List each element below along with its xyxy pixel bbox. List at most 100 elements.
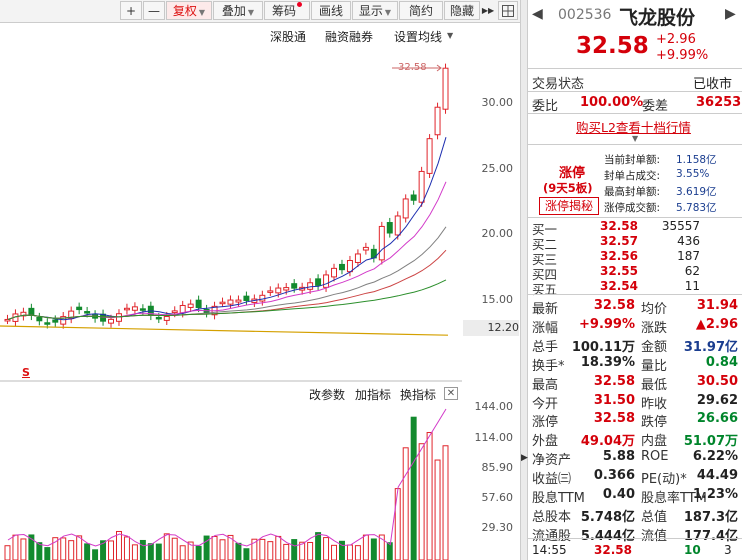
quote-panel: ◀ 002536 飞龙股份 ▶ 32.58 +2.96 +9.99% 交易状态 … [528, 0, 742, 560]
volume-bar [68, 540, 75, 560]
stat-value: 0.40 [602, 487, 635, 502]
y-tick-25: 25.00 [481, 162, 514, 175]
seal-label: 最高封单额: [604, 186, 661, 198]
volume-bar [195, 545, 202, 560]
volume-bar [442, 445, 449, 560]
stat-label: 金额 [641, 339, 668, 355]
candle-body [155, 316, 162, 320]
candle-body [339, 263, 345, 271]
volume-bar [76, 535, 83, 560]
stat-label: 内盘 [641, 434, 668, 450]
bid-price: 32.56 [600, 249, 638, 263]
stat-value: 29.62 [696, 392, 738, 408]
candle-body [362, 246, 369, 251]
candle-body [426, 138, 433, 174]
seal-label: 封单占成交: [604, 170, 661, 182]
bid-volume: 187 [677, 249, 700, 263]
divider [528, 294, 742, 295]
limit-up-reveal-button[interactable]: 涨停揭秘 [539, 197, 599, 215]
volume-bar [131, 544, 138, 560]
volume-bar [291, 539, 298, 560]
y-tick-30: 30.00 [481, 96, 514, 109]
edit-params-link[interactable]: 改参数 [309, 386, 345, 403]
stat-label: 总手 [532, 339, 559, 355]
tick-price: 32.58 [594, 543, 632, 557]
expand-chevron-icon[interactable]: ▼ [632, 134, 638, 143]
next-stock-icon[interactable]: ▶ [725, 6, 736, 22]
seal-label: 当前封单额: [604, 154, 661, 166]
close-indicator-button[interactable]: ✕ [444, 387, 458, 400]
kline-chart-panel[interactable]: + — 复权 ▼ 叠加 ▼ 筹码 画线 显示 ▼ 简约 隐藏 ▶▶ 深股通 融资融券 … [0, 0, 520, 560]
seal-value: 5.783亿 [676, 202, 717, 214]
volume-bar [354, 545, 361, 560]
volume-bar [20, 538, 27, 560]
stat-value: 0.366 [593, 468, 635, 484]
volume-bar [235, 542, 242, 560]
candlestick-chart[interactable] [0, 0, 520, 560]
add-indicator-link[interactable]: 加指标 [355, 386, 391, 403]
bid-volume: 35557 [661, 219, 700, 233]
weibi-label: 委比 [532, 99, 559, 114]
bid-price: 32.58 [600, 219, 638, 233]
volume-bar [426, 432, 433, 560]
volume-bar [116, 530, 122, 560]
stat-value: 32.58 [593, 298, 635, 313]
candle-body [402, 198, 409, 219]
stat-label: 最高 [532, 377, 559, 393]
stat-value: 31.50 [593, 392, 635, 408]
candle-body [386, 222, 393, 234]
stat-value: 32.58 [593, 373, 635, 389]
y-tick-20: 20.00 [481, 227, 514, 240]
volume-bar [394, 488, 401, 560]
vol-tick-114: 114.00 [474, 431, 514, 444]
switch-indicator-link[interactable]: 换指标 [400, 386, 436, 403]
volume-bar [315, 532, 322, 560]
bid-volume: 11 [684, 279, 700, 293]
stat-label: 总股本 [532, 509, 572, 525]
stat-label: 流通股 [532, 528, 572, 544]
stat-label: 今开 [532, 396, 559, 412]
volume-bar [12, 534, 19, 560]
stat-value: 44.49 [696, 468, 738, 484]
divider [528, 113, 742, 114]
stat-value: 6.22% [692, 449, 738, 465]
vol-tick-85: 85.90 [481, 461, 514, 474]
last-price: 32.58 [576, 33, 649, 59]
prev-stock-icon[interactable]: ◀ [532, 6, 543, 22]
divider [528, 68, 742, 69]
stat-value: 5.444亿 [580, 528, 635, 544]
price-change: +2.96 [656, 32, 696, 47]
stock-name: 飞龙股份 [619, 7, 696, 29]
volume-bar [386, 542, 393, 560]
collapse-arrow-icon[interactable]: ▶ [521, 453, 528, 463]
candle-body [267, 290, 274, 293]
sell-marker[interactable]: S [22, 366, 30, 379]
panel-splitter[interactable]: ▶ [520, 0, 528, 560]
candle-body [410, 194, 417, 201]
weibi-value: 100.00% [580, 95, 644, 110]
volume-bar [323, 537, 330, 560]
status-value: 已收市 [693, 77, 733, 92]
stat-value: 177.4亿 [683, 528, 738, 544]
limit-up-days: (9天5板) [543, 181, 593, 195]
stat-label: 涨跌 [641, 320, 668, 336]
candle-body [108, 318, 114, 324]
ma250-value-label: 12.20 [463, 320, 519, 336]
stat-label: 换手* [532, 358, 565, 374]
volume-bar [163, 533, 170, 560]
candle-body [235, 299, 242, 303]
candle-body [171, 310, 178, 314]
stat-label: 最低 [641, 377, 668, 393]
bid-price: 32.54 [600, 279, 638, 293]
candle-body [307, 282, 314, 290]
candle-body [219, 301, 226, 305]
moving-average-line [0, 325, 449, 336]
volume-bar [92, 549, 99, 560]
candle-body [394, 215, 401, 236]
candle-body [354, 253, 361, 263]
y-tick-15: 15.00 [481, 293, 514, 306]
bid-volume: 436 [677, 234, 700, 248]
candle-body [123, 307, 130, 311]
stat-label: 量比 [641, 358, 668, 374]
latest-price-flag: 32.58 [398, 62, 427, 73]
